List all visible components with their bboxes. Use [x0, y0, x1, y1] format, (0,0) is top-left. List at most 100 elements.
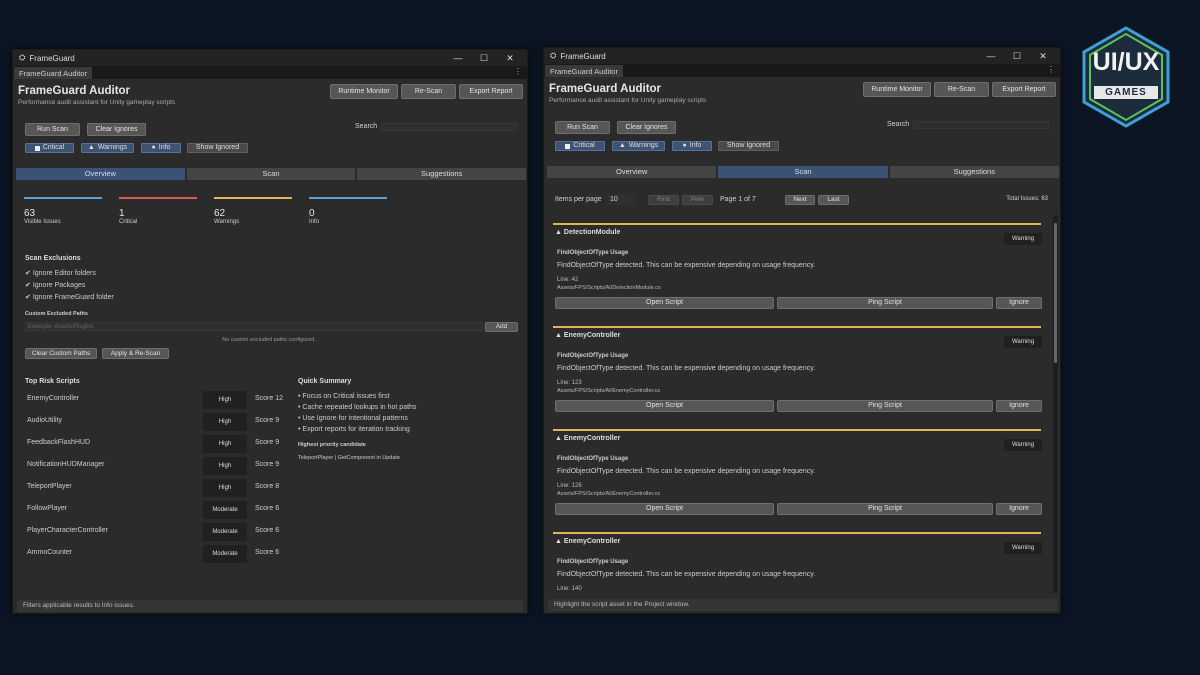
- ignore-button[interactable]: Ignore: [996, 400, 1042, 412]
- tab-suggestions[interactable]: Suggestions: [888, 165, 1060, 179]
- show-ignored-toggle[interactable]: Show Ignored: [187, 143, 248, 153]
- risk-row[interactable]: TeleportPlayer High Score 8: [27, 479, 287, 499]
- runtime-monitor-button[interactable]: Runtime Monitor: [863, 82, 931, 97]
- prev-page-button[interactable]: Prev: [682, 195, 713, 205]
- window-title: FrameGuard: [560, 51, 606, 61]
- check-icon: ✔: [25, 294, 31, 301]
- stat-bar: [214, 197, 292, 199]
- severity-badge: Warning: [1004, 233, 1042, 245]
- search-input[interactable]: [381, 123, 517, 131]
- ping-script-button[interactable]: Ping Script: [777, 503, 993, 515]
- risk-row[interactable]: AmmoCounter Moderate Score 6: [27, 545, 287, 565]
- issue-title: ▲ EnemyController: [555, 435, 620, 442]
- risk-score: Score 12: [255, 395, 284, 402]
- stat-value: 1: [119, 208, 125, 219]
- logo-line1: UI/UX: [1092, 48, 1160, 76]
- risk-row[interactable]: PlayerCharacterController Moderate Score 6: [27, 523, 287, 543]
- ignore-button[interactable]: Ignore: [996, 503, 1042, 515]
- apply-rescan-button[interactable]: Apply & Re-Scan: [102, 348, 169, 359]
- open-script-button[interactable]: Open Script: [555, 297, 774, 309]
- minimize-icon[interactable]: —: [445, 50, 471, 66]
- search-input[interactable]: [913, 121, 1049, 129]
- runtime-monitor-button[interactable]: Runtime Monitor: [330, 84, 398, 99]
- excluded-path-input[interactable]: Example: Assets/Plugins: [25, 322, 483, 331]
- severity-line: [553, 326, 1041, 328]
- filter-critical-toggle[interactable]: Critical: [555, 141, 605, 151]
- more-options-icon[interactable]: ⋮: [514, 67, 522, 76]
- check-icon: ✔: [25, 270, 31, 277]
- issue-script: DetectionModule: [563, 229, 621, 236]
- add-path-button[interactable]: Add: [485, 322, 518, 332]
- maximize-icon[interactable]: ☐: [1004, 48, 1030, 64]
- issue-path: Assets/FPS/Scripts/AI/EnemyController.cs: [557, 491, 661, 497]
- stat-label: Warnings: [214, 219, 240, 225]
- scrollbar-thumb[interactable]: [1054, 223, 1057, 363]
- filter-warnings-toggle[interactable]: ▲ Warnings: [81, 143, 134, 153]
- risk-row[interactable]: FollowPlayer Moderate Score 6: [27, 501, 287, 521]
- next-page-button[interactable]: Next: [785, 195, 815, 205]
- risk-row[interactable]: FeedbackFlashHUD High Score 9: [27, 435, 287, 455]
- export-report-button[interactable]: Export Report: [459, 84, 523, 99]
- tab-suggestions[interactable]: Suggestions: [356, 167, 527, 181]
- info-icon: ●: [682, 142, 687, 149]
- filter-info-toggle[interactable]: ● Info: [141, 143, 181, 153]
- editor-tab[interactable]: FrameGuard Auditor: [545, 65, 623, 77]
- rescan-button[interactable]: Re-Scan: [401, 84, 456, 99]
- issue-type: FindObjectOfType Usage: [557, 353, 629, 359]
- exclusion-packages-checkbox[interactable]: ✔ Ignore Packages: [25, 281, 85, 289]
- quick-summary-item: • Focus on Critical issues first: [298, 393, 390, 400]
- risk-row[interactable]: NotificationHUDManager High Score 9: [27, 457, 287, 477]
- search-label: Search: [887, 121, 910, 128]
- filter-info-toggle[interactable]: ● Info: [672, 141, 712, 151]
- run-scan-button[interactable]: Run Scan: [555, 121, 610, 134]
- risk-row[interactable]: AudioUtility High Score 9: [27, 413, 287, 433]
- last-page-button[interactable]: Last: [818, 195, 849, 205]
- issue-path: Assets/FPS/Scripts/AI/EnemyController.cs: [557, 388, 661, 394]
- issues-scrollbar[interactable]: [1053, 215, 1058, 593]
- quick-summary-item: • Use Ignore for intentional patterns: [298, 415, 408, 422]
- items-per-page-input[interactable]: 10: [608, 194, 635, 205]
- open-script-button[interactable]: Open Script: [555, 503, 774, 515]
- tab-scan[interactable]: Scan: [717, 165, 889, 179]
- issue-card: ▲ DetectionModule Warning FindObjectOfTy…: [553, 223, 1043, 319]
- export-report-button[interactable]: Export Report: [992, 82, 1056, 97]
- show-ignored-toggle[interactable]: Show Ignored: [718, 141, 779, 151]
- clear-custom-paths-button[interactable]: Clear Custom Paths: [25, 348, 97, 359]
- ignore-button[interactable]: Ignore: [996, 297, 1042, 309]
- exclusion-frameguard-checkbox[interactable]: ✔ Ignore FrameGuard folder: [25, 293, 114, 301]
- exclusions-title: Scan Exclusions: [25, 255, 81, 262]
- priority-value: TeleportPlayer | GetComponent in Update: [298, 455, 401, 461]
- run-scan-button[interactable]: Run Scan: [25, 123, 80, 136]
- ping-script-button[interactable]: Ping Script: [777, 400, 993, 412]
- warning-icon: ▲: [618, 142, 626, 149]
- title-bar[interactable]: ⛭ FrameGuard — ☐ ✕: [544, 48, 1060, 64]
- more-options-icon[interactable]: ⋮: [1047, 65, 1055, 74]
- issue-script: EnemyController: [563, 332, 621, 339]
- minimize-icon[interactable]: —: [978, 48, 1004, 64]
- filter-warnings-toggle[interactable]: ▲ Warnings: [612, 141, 665, 151]
- close-icon[interactable]: ✕: [497, 50, 523, 66]
- filter-critical-toggle[interactable]: Critical: [25, 143, 74, 153]
- tab-overview[interactable]: Overview: [546, 165, 718, 179]
- rescan-button[interactable]: Re-Scan: [934, 82, 989, 97]
- ping-script-button[interactable]: Ping Script: [777, 297, 993, 309]
- issue-message: FindObjectOfType detected. This can be e…: [557, 262, 816, 269]
- risk-row[interactable]: EnemyController High Score 12: [27, 391, 287, 411]
- maximize-icon[interactable]: ☐: [471, 50, 497, 66]
- severity-line: [553, 532, 1041, 534]
- close-icon[interactable]: ✕: [1030, 48, 1056, 64]
- clear-ignores-button[interactable]: Clear Ignores: [617, 121, 676, 134]
- total-issues: Total Issues: 63: [1006, 196, 1048, 202]
- tab-overview[interactable]: Overview: [15, 167, 186, 181]
- app-subtitle: Performance audit assistant for Unity ga…: [18, 99, 176, 106]
- editor-tab[interactable]: FrameGuard Auditor: [14, 67, 92, 79]
- first-page-button[interactable]: First: [648, 195, 679, 205]
- open-script-button[interactable]: Open Script: [555, 400, 774, 412]
- risk-script-name: AmmoCounter: [27, 549, 73, 556]
- title-bar[interactable]: ⛭ FrameGuard — ☐ ✕: [13, 50, 527, 66]
- tab-scan[interactable]: Scan: [185, 167, 357, 181]
- clear-ignores-button[interactable]: Clear Ignores: [87, 123, 146, 136]
- risk-score: Score 6: [255, 549, 280, 556]
- app-title: FrameGuard Auditor: [549, 83, 662, 95]
- exclusion-editor-checkbox[interactable]: ✔ Ignore Editor folders: [25, 269, 96, 277]
